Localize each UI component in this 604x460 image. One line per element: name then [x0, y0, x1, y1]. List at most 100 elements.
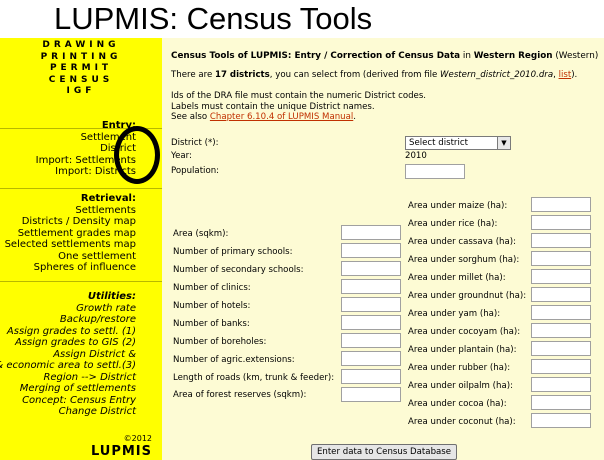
info-ids: Ids of the DRA file must contain the num…	[171, 91, 427, 101]
info-text: , you can select from (derived from file	[269, 70, 441, 80]
sidebar-item-spheres-of-influence[interactable]: Spheres of influence	[5, 262, 136, 274]
field-label: Area under plantain (ha):	[408, 345, 517, 355]
groundnut-input[interactable]	[531, 287, 591, 302]
field-label: Area under groundnut (ha):	[408, 291, 527, 301]
sidebar-item-permit[interactable]: PERMIT	[0, 63, 162, 75]
submit-button[interactable]: Enter data to Census Database	[311, 444, 457, 460]
sidebar-item-merging-settlements[interactable]: Merging of settlements	[0, 383, 136, 395]
sidebar-item-settlement-grades-map[interactable]: Settlement grades map	[5, 228, 136, 240]
sorghum-input[interactable]	[531, 251, 591, 266]
info-text: ).	[571, 70, 578, 80]
field-label: Number of banks:	[173, 319, 250, 329]
field-label: Area under cocoa (ha):	[408, 399, 507, 409]
area-input[interactable]	[341, 225, 401, 240]
district-count: 17 districts	[214, 70, 270, 80]
sidebar-item-census[interactable]: CENSUS	[0, 75, 162, 87]
info-text: See also	[171, 112, 210, 122]
coconut-input[interactable]	[531, 413, 591, 428]
sidebar-item-change-district[interactable]: Change District	[0, 406, 136, 418]
sidebar-item-printing[interactable]: PRINTING	[0, 52, 162, 64]
sidebar-item-igf[interactable]: IGF	[0, 86, 162, 98]
oilpalm-input[interactable]	[531, 377, 591, 392]
cassava-input[interactable]	[531, 233, 591, 248]
sidebar-item-backup-restore[interactable]: Backup/restore	[0, 314, 136, 326]
divider	[0, 281, 162, 282]
rice-input[interactable]	[531, 215, 591, 230]
sidebar-item-region-district[interactable]: Region --> District	[0, 372, 136, 384]
field-label: Area under millet (ha):	[408, 273, 506, 283]
copyright: ©2012	[123, 434, 152, 443]
district-label: District (*):	[171, 138, 219, 148]
year-value: 2010	[405, 151, 427, 161]
maize-input[interactable]	[531, 197, 591, 212]
info-text: .	[353, 112, 356, 122]
sidebar-retrieval-heading: Retrieval:	[80, 193, 136, 204]
sidebar-item-concept-census-entry[interactable]: Concept: Census Entry	[0, 395, 136, 407]
population-label: Population:	[171, 166, 220, 176]
sidebar-item-growth-rate[interactable]: Growth rate	[0, 303, 136, 315]
annotation-circle	[114, 126, 160, 184]
field-label: Area under rice (ha):	[408, 219, 498, 229]
file-name: Western_district_2010.dra	[440, 70, 554, 80]
sidebar-utilities-section: Utilities: Growth rate Backup/restore As…	[0, 291, 136, 418]
sidebar-item-selected-settlements-map[interactable]: Selected settlements map	[5, 239, 136, 251]
divider	[0, 188, 162, 189]
districts-info: There are 17 districts, you can select f…	[171, 70, 577, 81]
boreholes-input[interactable]	[341, 333, 401, 348]
heading-region: Western Region	[473, 51, 553, 61]
district-select-value: Select district	[409, 138, 468, 148]
field-label: Area under rubber (ha):	[408, 363, 511, 373]
sidebar-item-assign-grades-gis[interactable]: Assign grades to GIS (2)	[0, 337, 136, 349]
millet-input[interactable]	[531, 269, 591, 284]
sidebar-item-drawing[interactable]: DRAWING	[0, 40, 162, 52]
field-label: Number of secondary schools:	[173, 265, 304, 275]
clinics-input[interactable]	[341, 279, 401, 294]
sidebar-item-assign-grades-settl[interactable]: Assign grades to settl. (1)	[0, 326, 136, 338]
roads-length-input[interactable]	[341, 369, 401, 384]
field-label: Area under oilpalm (ha):	[408, 381, 513, 391]
forest-reserves-input[interactable]	[341, 387, 401, 402]
hotels-input[interactable]	[341, 297, 401, 312]
year-label: Year:	[171, 151, 192, 161]
main-panel: Census Tools of LUPMIS: Entry / Correcti…	[162, 38, 604, 460]
list-link[interactable]: list	[559, 70, 572, 80]
page-title: LUPMIS: Census Tools	[54, 1, 373, 36]
field-label: Area (sqkm):	[173, 229, 229, 239]
plantain-input[interactable]	[531, 341, 591, 356]
brand-logo: LUPMIS	[90, 444, 152, 459]
sidebar-item-economic-area[interactable]: & economic area to settl.(3)	[0, 360, 136, 372]
chevron-down-icon: ▼	[497, 137, 510, 149]
field-label: Length of roads (km, trunk & feeder):	[173, 373, 335, 383]
heading-region-paren: (Western)	[552, 51, 599, 61]
heading-bold: Census Tools of LUPMIS: Entry / Correcti…	[171, 51, 461, 61]
field-label: Number of hotels:	[173, 301, 251, 311]
field-label: Number of boreholes:	[173, 337, 267, 347]
sidebar-utilities-heading: Utilities:	[87, 291, 136, 302]
district-select[interactable]: Select district ▼	[405, 136, 511, 150]
field-label: Number of agric.extensions:	[173, 355, 295, 365]
primary-schools-input[interactable]	[341, 243, 401, 258]
rubber-input[interactable]	[531, 359, 591, 374]
sidebar-entry-heading: Entry:	[101, 120, 136, 131]
sidebar-item-assign-district[interactable]: Assign District &	[0, 349, 136, 361]
field-label: Number of clinics:	[173, 283, 251, 293]
cocoyam-input[interactable]	[531, 323, 591, 338]
field-label: Area under coconut (ha):	[408, 417, 516, 427]
sidebar-item-one-settlement[interactable]: One settlement	[5, 251, 136, 263]
field-label: Area of forest reserves (sqkm):	[173, 390, 307, 400]
sidebar-top-menu: DRAWING PRINTING PERMIT CENSUS IGF	[0, 38, 162, 98]
sidebar-item-districts-density-map[interactable]: Districts / Density map	[5, 216, 136, 228]
manual-link[interactable]: Chapter 6.10.4 of LUPMIS Manual	[210, 112, 353, 122]
main-heading: Census Tools of LUPMIS: Entry / Correcti…	[171, 51, 598, 62]
yam-input[interactable]	[531, 305, 591, 320]
sidebar-item-settlements[interactable]: Settlements	[5, 205, 136, 217]
agric-extensions-input[interactable]	[341, 351, 401, 366]
cocoa-input[interactable]	[531, 395, 591, 410]
field-label: Area under sorghum (ha):	[408, 255, 520, 265]
field-label: Number of primary schools:	[173, 247, 293, 257]
sidebar: DRAWING PRINTING PERMIT CENSUS IGF Entry…	[0, 38, 162, 460]
banks-input[interactable]	[341, 315, 401, 330]
field-label: Area under maize (ha):	[408, 201, 508, 211]
secondary-schools-input[interactable]	[341, 261, 401, 276]
population-input[interactable]	[405, 164, 465, 179]
